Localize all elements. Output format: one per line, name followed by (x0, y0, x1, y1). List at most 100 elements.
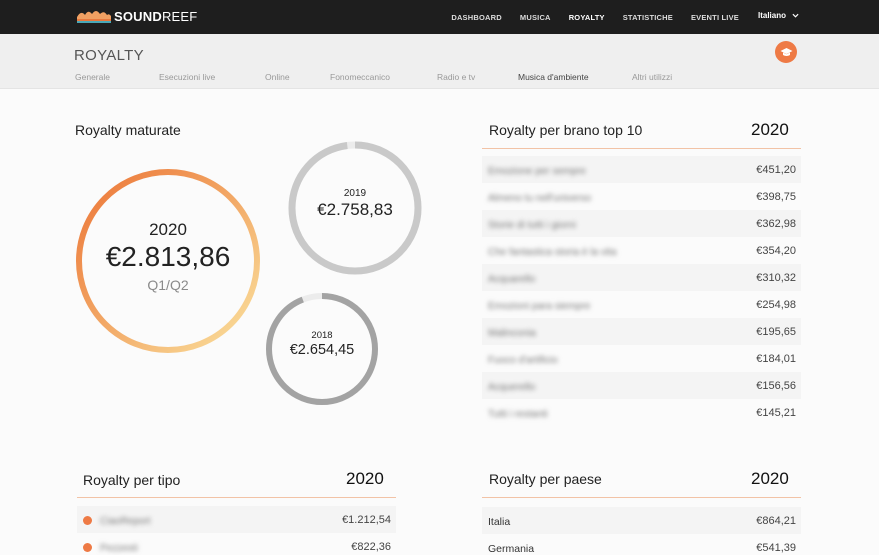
brand-name-rest: REEF (161, 8, 198, 24)
top10-row-value: €156,56 (756, 379, 796, 392)
royalty-subheader: ROYALTY Generale Esecuzioni live Online Fon… (0, 34, 879, 89)
help-button[interactable] (775, 41, 797, 63)
main-amount: €2.813,86 (105, 241, 231, 272)
soundreef-logo-icon (77, 11, 111, 23)
tipo-row-name: Pezzesti (100, 542, 138, 554)
paese-row-name-wrap: Italia (488, 512, 510, 530)
top10-row-name: Emozioni para siempre (488, 300, 591, 312)
language-selector[interactable]: Italiano (758, 11, 799, 20)
main-year: 2020 (149, 220, 187, 239)
paese-row-value: €541,39 (756, 541, 796, 554)
tipo-row: Pezzesti €822,36 (77, 533, 396, 555)
top10-row-name: Che fantastica storia è la vita (488, 246, 617, 258)
top10-row-name: Almeno tu nell'universo (488, 192, 592, 204)
top10-title: Royalty per brano top 10 (489, 122, 643, 138)
paese-row-value: €864,21 (756, 514, 796, 527)
top10-row-name-wrap: Fuoco d'artificio (488, 350, 558, 368)
brand-name: SOUNDREEF (114, 9, 197, 24)
year-2019: 2019 (343, 188, 367, 199)
top10-row-name: Tutti i restanti (488, 408, 548, 420)
tipo-row-name: CiaoReport (100, 515, 151, 527)
paese-row-name: Italia (488, 515, 511, 528)
top10-row-name: Acquerello (488, 381, 536, 393)
top10-row: Acquarello €310,32 (482, 264, 801, 291)
top10-row-value: €145,21 (756, 406, 796, 419)
tipo-year: 2020 (346, 469, 384, 488)
tab-online[interactable]: Online (265, 72, 290, 82)
tab-fonomeccanico[interactable]: Fonomeccanico (330, 72, 390, 82)
legend-dot-icon (83, 542, 92, 552)
top10-row-name: Fuoco d'artificio (488, 354, 558, 366)
top10-row: Malinconia €195,65 (482, 318, 801, 345)
main-ring-label: 2020 €2.813,86 Q1/Q2 (78, 220, 258, 293)
paese-row: Italia €864,21 (482, 507, 801, 534)
top10-divider (482, 148, 801, 149)
nav-item-musica[interactable]: MUSICA (520, 13, 551, 22)
nav-item-statistiche[interactable]: STATISTICHE (623, 13, 673, 22)
soundreef-logo[interactable]: SOUNDREEF (76, 7, 197, 25)
ring-2019-label: 2019 €2.758,83 (295, 188, 415, 220)
top10-row-name-wrap: Emozione per sempre (488, 161, 586, 179)
top10-list: Emozione per sempre €451,20 Almeno tu nell… (482, 156, 801, 426)
top10-row: Fuoco d'artificio €184,01 (482, 345, 801, 372)
paese-divider (482, 497, 801, 498)
top10-row-value: €398,75 (756, 190, 796, 203)
top10-row: Tutti i restanti €145,21 (482, 399, 801, 426)
nav-item-dashboard[interactable]: DASHBOARD (451, 13, 502, 22)
top10-row-value: €254,98 (756, 298, 796, 311)
tipo-title: Royalty per tipo (83, 472, 181, 488)
ring-2018-label: 2018 €2.654,45 (267, 330, 377, 358)
main-nav: DASHBOARD MUSICA ROYALTY STATISTICHE EVENTI … (433, 0, 739, 34)
tipo-row-value: €1.212,54 (342, 513, 391, 526)
top10-row-name-wrap: Acquerello (488, 377, 535, 395)
top10-row-name: Acquarello (488, 273, 536, 285)
year-2018: 2018 (311, 330, 333, 341)
top10-row-name-wrap: Acquarello (488, 269, 535, 287)
top10-row-name-wrap: Emozioni para siempre (488, 296, 590, 314)
language-label: Italiano (758, 11, 787, 20)
amount-2019: €2.758,83 (317, 200, 393, 219)
tab-esecuzioni-live[interactable]: Esecuzioni live (159, 72, 215, 82)
paese-row-name-wrap: Germania (488, 539, 534, 555)
top10-row-value: €362,98 (756, 217, 796, 230)
graduation-cap-icon (780, 47, 792, 56)
tipo-row-value: €822,36 (351, 540, 391, 553)
tipo-row: CiaoReport €1.212,54 (77, 506, 396, 533)
top10-row-name-wrap: Almeno tu nell'universo (488, 188, 591, 206)
tipo-row-name-wrap: CiaoReport (83, 511, 151, 529)
nav-item-royalty[interactable]: ROYALTY (569, 13, 605, 22)
tipo-row-name-wrap: Pezzesti (83, 538, 138, 555)
paese-row: Germania €541,39 (482, 534, 801, 555)
top10-row-name-wrap: Tutti i restanti (488, 404, 548, 422)
main-period: Q1/Q2 (147, 277, 189, 293)
tab-radio-e-tv[interactable]: Radio e tv (437, 72, 475, 82)
amount-2018: €2.654,45 (289, 342, 355, 358)
nav-item-eventi-live[interactable]: EVENTI LIVE (691, 13, 739, 22)
top10-row: Acquerello €156,56 (482, 372, 801, 399)
top10-row-name: Emozione per sempre (488, 165, 586, 177)
chevron-down-icon (792, 13, 799, 18)
top10-row-value: €184,01 (756, 352, 796, 365)
top10-row: Storie di tutti i giorni €362,98 (482, 210, 801, 237)
legend-dot-icon (83, 515, 92, 525)
tab-generale[interactable]: Generale (75, 72, 110, 82)
maturate-rings: 2020 €2.813,86 Q1/Q2 2019 €2.758,83 2018… (60, 130, 460, 430)
top10-row-name-wrap: Che fantastica storia è la vita (488, 242, 616, 260)
top10-year: 2020 (751, 120, 789, 139)
top10-row-value: €451,20 (756, 163, 796, 176)
top10-row-value: €310,32 (756, 271, 796, 284)
top10-row-name: Storie di tutti i giorni (488, 219, 576, 231)
paese-row-name: Germania (488, 542, 535, 555)
top-navigation-bar: SOUNDREEF DASHBOARD MUSICA ROYALTY STATISTI… (0, 0, 879, 34)
top10-row: Almeno tu nell'universo €398,75 (482, 183, 801, 210)
top10-row-name: Malinconia (488, 327, 536, 339)
tipo-list: CiaoReport €1.212,54 Pezzesti €822,36 (77, 506, 396, 555)
tab-altri-utilizzi[interactable]: Altri utilizzi (632, 72, 672, 82)
paese-title: Royalty per paese (489, 471, 602, 487)
tab-musica-d-ambiente[interactable]: Musica d'ambiente (518, 72, 589, 82)
top10-row-value: €195,65 (756, 325, 796, 338)
page-title: ROYALTY (74, 47, 144, 64)
paese-year: 2020 (751, 469, 789, 488)
tipo-divider (77, 497, 396, 498)
top10-row: Emozioni para siempre €254,98 (482, 291, 801, 318)
